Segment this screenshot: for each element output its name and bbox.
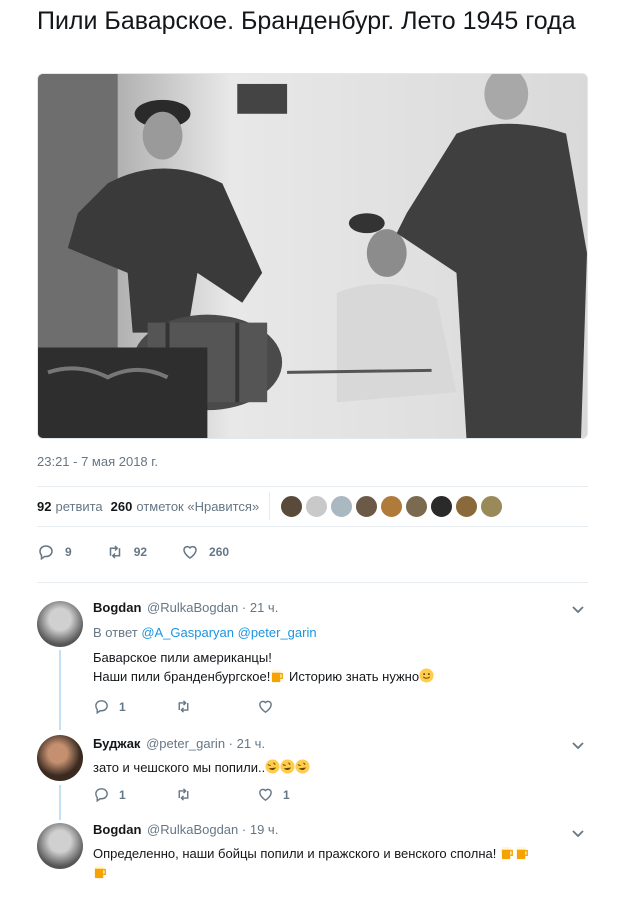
reply-text-line [93, 863, 593, 882]
photo-image [38, 74, 587, 438]
reply-count: 1 [119, 787, 126, 802]
reply-time[interactable]: · 21 ч. [242, 600, 278, 615]
retweets-stat[interactable]: 92 ретвита [37, 499, 103, 514]
reply-to-line: В ответ @A_Gasparyan @peter_garin [93, 624, 593, 642]
tweet-actions: 9 92 260 [37, 540, 263, 564]
tweet-photo[interactable] [37, 73, 588, 439]
divider [37, 582, 588, 583]
retweets-label: ретвита [55, 498, 103, 514]
like-count: 260 [209, 545, 230, 559]
retweets-count: 92 [37, 498, 52, 514]
like-button[interactable] [257, 698, 339, 715]
smile-emoji [419, 668, 434, 683]
reply-text-line: Наши пили бранденбургское! Историю знать… [93, 667, 593, 686]
avatar[interactable] [37, 735, 83, 781]
reply-count: 1 [119, 699, 126, 714]
author-handle[interactable]: @RulkaBogdan [147, 600, 238, 615]
tweet-timestamp[interactable]: 23:21 - 7 мая 2018 г. [37, 454, 158, 469]
reply-text-part: Историю знать нужно [285, 669, 420, 684]
reply-header: Bogdan @RulkaBogdan · 21 ч. [93, 600, 593, 618]
avatar[interactable] [37, 823, 83, 869]
reply-text-part: Определенно, наши бойцы попили и пражско… [93, 846, 497, 861]
like-button[interactable]: 1 [257, 786, 339, 803]
retweet-icon [178, 788, 189, 801]
reply-actions: 1 1 [93, 786, 339, 803]
liker-avatar[interactable] [380, 494, 404, 518]
stats-separator [269, 492, 271, 520]
reply-button[interactable]: 1 [93, 786, 175, 803]
retweet-icon [109, 545, 120, 559]
author-name[interactable]: Буджак [93, 736, 140, 751]
beer-emoji [94, 865, 106, 879]
retweet-count: 92 [133, 545, 148, 559]
heart-icon [259, 788, 272, 802]
reply-count: 9 [65, 545, 72, 559]
retweet-button[interactable] [175, 786, 257, 803]
liker-avatars [280, 494, 505, 518]
like-button[interactable]: 260 [181, 543, 229, 561]
rofl-emoji [265, 759, 280, 774]
likes-stat[interactable]: 260 отметок «Нравится» [111, 499, 260, 514]
liker-avatar[interactable] [330, 494, 354, 518]
reply-time[interactable]: · 19 ч. [242, 822, 278, 837]
rofl-emoji [280, 759, 295, 774]
author-name[interactable]: Bogdan [93, 822, 141, 837]
reply-header: Буджак @peter_garin · 21 ч. [93, 736, 593, 754]
retweet-button[interactable] [175, 698, 257, 715]
chevron-down-icon[interactable] [571, 738, 585, 752]
reply-header: Bogdan @RulkaBogdan · 19 ч. [93, 822, 593, 840]
reply-icon [95, 788, 108, 803]
reply-text-part: Наши пили бранденбургское! [93, 669, 271, 684]
beer-emoji [501, 846, 513, 860]
heart-icon [259, 700, 272, 714]
likes-count: 260 [110, 498, 133, 514]
author-handle[interactable]: @peter_garin [146, 736, 225, 751]
reply-to-prefix: В ответ [93, 625, 138, 640]
thread-line [59, 650, 61, 730]
reply-icon [95, 700, 108, 715]
liker-avatar[interactable] [280, 494, 304, 518]
beer-emoji [516, 846, 528, 860]
liker-avatar[interactable] [430, 494, 454, 518]
tweet-stats: 92 ретвита 260 отметок «Нравится» [37, 488, 505, 524]
liker-avatar[interactable] [355, 494, 379, 518]
retweet-button[interactable]: 92 [106, 543, 147, 561]
divider [37, 486, 588, 487]
like-count: 1 [283, 787, 290, 802]
reply-icon [39, 545, 53, 561]
reply-text-part: зато и чешского мы попили.. [93, 760, 266, 775]
liker-avatar[interactable] [405, 494, 429, 518]
liker-avatar[interactable] [455, 494, 479, 518]
reply-text-line: Баварское пили американцы! [93, 650, 272, 665]
divider [37, 526, 588, 527]
chevron-down-icon[interactable] [571, 602, 585, 616]
reply-time[interactable]: · 21 ч. [229, 736, 265, 751]
rofl-emoji [295, 759, 310, 774]
thread-line [59, 785, 61, 820]
author-name[interactable]: Bogdan [93, 600, 141, 615]
beer-emoji [272, 669, 284, 683]
chevron-down-icon[interactable] [571, 826, 585, 840]
heart-icon [183, 545, 197, 559]
reply-actions: 1 [93, 698, 339, 715]
reply-text-line: зато и чешского мы попили.. [93, 758, 593, 777]
liker-avatar[interactable] [480, 494, 504, 518]
reply-button[interactable]: 1 [93, 698, 175, 715]
reply-text-line: Определенно, наши бойцы попили и пражско… [93, 844, 593, 863]
author-handle[interactable]: @RulkaBogdan [147, 822, 238, 837]
avatar[interactable] [37, 601, 83, 647]
reply-to-mentions[interactable]: @A_Gasparyan @peter_garin [141, 625, 316, 640]
likes-label: отметок «Нравится» [136, 498, 260, 514]
liker-avatar[interactable] [305, 494, 329, 518]
tweet-text: Пили Баварское. Бранденбург. Лето 1945 г… [37, 7, 576, 35]
retweet-icon [178, 700, 189, 713]
reply-button[interactable]: 9 [37, 543, 72, 561]
